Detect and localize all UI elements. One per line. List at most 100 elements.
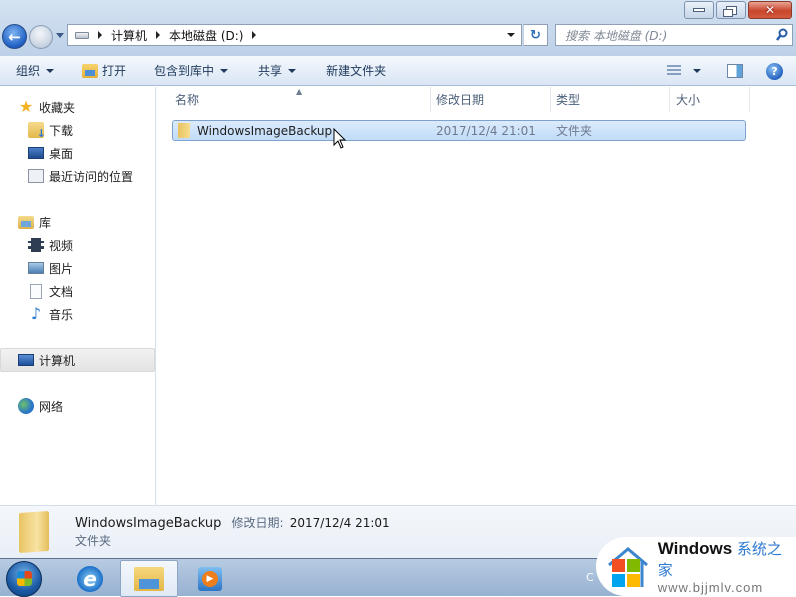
nav-favorites[interactable]: ★ 收藏夹 [18, 97, 75, 117]
nav-favorites-label: 收藏夹 [39, 100, 76, 115]
nav-libraries[interactable]: 库 [18, 212, 51, 232]
nav-item-recent-places[interactable]: 最近访问的位置 [28, 166, 133, 186]
address-bar[interactable]: 计算机 本地磁盘 (D:) [67, 24, 522, 46]
organize-button[interactable]: 组织 [8, 59, 62, 83]
music-icon: ♪ [30, 304, 42, 323]
breadcrumb-local-disk-d[interactable]: 本地磁盘 (D:) [169, 27, 243, 44]
arrow-left-icon: ← [8, 27, 21, 46]
nav-item-downloads[interactable]: 下载 [28, 120, 73, 140]
column-header-modified[interactable]: 修改日期 [431, 87, 551, 112]
search-icon[interactable] [776, 28, 788, 42]
folder-large-icon [19, 510, 49, 554]
nav-item-label: 音乐 [49, 307, 74, 322]
nav-computer[interactable]: 计算机 [18, 350, 75, 370]
minimize-button[interactable] [684, 1, 714, 19]
open-button[interactable]: 打开 [74, 59, 134, 83]
nav-item-label: 下载 [49, 123, 74, 138]
nav-item-music[interactable]: ♪ 音乐 [28, 304, 73, 324]
include-in-library-button[interactable]: 包含到库中 [146, 59, 236, 83]
include-in-library-label: 包含到库中 [154, 64, 215, 78]
nav-item-label: 桌面 [49, 146, 74, 161]
navigation-pane: ★ 收藏夹 下载 桌面 最近访问的位置 库 视频 图片 文档 [0, 87, 156, 505]
watermark-title: Windows 系统之家 [657, 539, 782, 579]
taskbar-media-player[interactable]: ▶ [182, 560, 238, 597]
search-input[interactable]: 搜索 本地磁盘 (D:) [555, 24, 793, 46]
open-label: 打开 [102, 64, 127, 78]
file-list: 名称 ▲ 修改日期 类型 大小 WindowsImageBackup 2017/… [157, 87, 796, 505]
back-button[interactable]: ← [2, 24, 27, 49]
drive-icon [75, 31, 89, 39]
sort-ascending-icon: ▲ [296, 87, 303, 96]
internet-explorer-icon: e [77, 565, 103, 592]
title-bar: ✕ ← 计算机 本地磁盘 (D:) ↻ 搜索 本地磁盘 (D:) [0, 0, 796, 56]
chevron-down-icon [288, 68, 297, 73]
details-modified-value: 2017/12/4 21:01 [289, 516, 390, 530]
file-row[interactable]: WindowsImageBackup 2017/12/4 21:01 文件夹 [172, 120, 746, 141]
chevron-down-icon [220, 68, 229, 73]
folder-icon [178, 123, 190, 138]
column-header-size[interactable]: 大小 [670, 87, 750, 112]
column-header-name[interactable]: 名称 [157, 87, 431, 112]
nav-item-documents[interactable]: 文档 [28, 281, 73, 301]
new-folder-button[interactable]: 新建文件夹 [318, 59, 394, 83]
start-button[interactable] [6, 561, 42, 597]
star-icon: ★ [18, 97, 34, 116]
file-name-cell: WindowsImageBackup [173, 121, 332, 140]
libraries-icon [18, 215, 34, 229]
recent-places-icon [28, 169, 44, 183]
downloads-icon [28, 122, 46, 140]
recent-pages-dropdown[interactable] [56, 33, 64, 38]
desktop-icon [28, 147, 44, 159]
preview-pane-button[interactable] [727, 64, 743, 78]
view-details-icon [667, 65, 681, 77]
details-name: WindowsImageBackup [75, 516, 222, 531]
forward-button[interactable] [29, 25, 53, 49]
details-type: 文件夹 [75, 534, 112, 548]
address-history-dropdown[interactable] [507, 33, 515, 37]
nav-computer-label: 计算机 [39, 353, 76, 368]
share-button[interactable]: 共享 [250, 59, 304, 83]
chevron-down-icon [693, 69, 701, 73]
nav-network[interactable]: 网络 [18, 396, 63, 416]
nav-item-desktop[interactable]: 桌面 [28, 143, 73, 163]
toolbar-right: ? [651, 56, 796, 86]
close-icon: ✕ [764, 3, 776, 17]
breadcrumb-separator[interactable] [156, 31, 161, 39]
close-button[interactable]: ✕ [748, 1, 792, 19]
window-controls: ✕ [684, 1, 792, 19]
taskbar-ie[interactable]: e [62, 560, 118, 597]
restore-button[interactable] [716, 1, 746, 19]
file-name: WindowsImageBackup [197, 123, 333, 138]
watermark-url: www.bjjmlv.com [657, 580, 764, 595]
nav-item-label: 图片 [49, 261, 74, 276]
file-type: 文件夹 [556, 124, 593, 138]
breadcrumb-separator[interactable] [252, 31, 257, 39]
nav-item-videos[interactable]: 视频 [28, 235, 73, 255]
nav-item-pictures[interactable]: 图片 [28, 258, 73, 278]
minimize-icon [693, 8, 705, 12]
windows-explorer-icon [134, 566, 164, 591]
nav-item-label: 文档 [49, 284, 74, 299]
column-header-label: 大小 [676, 93, 701, 107]
open-folder-icon [82, 63, 99, 78]
videos-icon [28, 238, 44, 252]
column-header-label: 类型 [556, 93, 581, 107]
tray-text: C [586, 571, 594, 584]
help-button[interactable]: ? [766, 62, 783, 80]
taskbar-explorer[interactable] [120, 560, 178, 597]
refresh-button[interactable]: ↻ [523, 24, 548, 46]
network-icon [18, 398, 34, 414]
restore-icon [722, 5, 737, 17]
refresh-icon: ↻ [530, 27, 541, 43]
column-header-label: 名称 [175, 93, 200, 107]
column-header-type[interactable]: 类型 [551, 87, 670, 112]
breadcrumb-separator[interactable] [98, 31, 102, 39]
details-title: WindowsImageBackup 修改日期: 2017/12/4 21:01 [75, 514, 390, 531]
help-icon: ? [771, 64, 778, 78]
nav-item-label: 最近访问的位置 [49, 169, 134, 184]
organize-label: 组织 [16, 64, 41, 78]
change-view-button[interactable] [651, 59, 709, 83]
chevron-down-icon [46, 68, 55, 73]
details-modified-label: 修改日期: [231, 516, 284, 530]
breadcrumb-computer[interactable]: 计算机 [111, 27, 147, 44]
